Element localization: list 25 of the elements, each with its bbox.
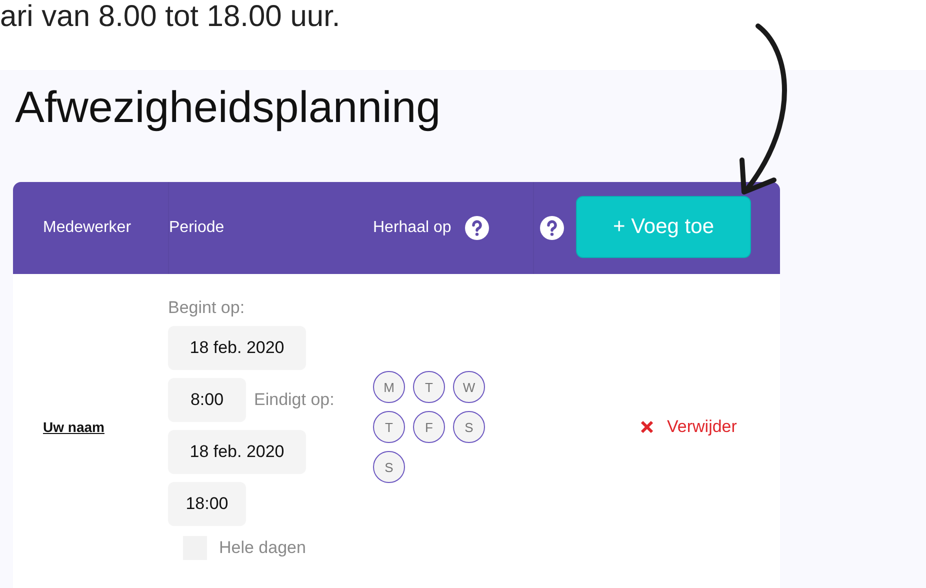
start-date-field[interactable]: 18 feb. 2020: [168, 326, 306, 370]
weekday-toggle[interactable]: S: [373, 451, 405, 483]
column-header: Periode: [169, 219, 224, 237]
page-title: Afwezigheidsplanning: [15, 82, 441, 134]
checkbox-label: Hele dagen: [219, 538, 306, 558]
close-icon: [640, 420, 654, 434]
column-header: Herhaal op: [373, 219, 452, 237]
help-icon[interactable]: [465, 216, 490, 240]
delete-button[interactable]: Verwijder: [640, 417, 737, 437]
end-date-field[interactable]: 18 feb. 2020: [168, 430, 306, 474]
start-label: Begint op:: [168, 298, 245, 318]
add-button[interactable]: + Voeg toe: [576, 196, 751, 258]
end-time-field[interactable]: 18:00: [168, 482, 246, 526]
employee-link[interactable]: Uw naam: [43, 419, 104, 435]
weekday-toggle[interactable]: W: [453, 371, 485, 403]
weekday-toggle[interactable]: S: [453, 411, 485, 443]
weekday-toggle[interactable]: T: [373, 411, 405, 443]
intro-text: ari van 8.00 tot 18.00 uur.: [0, 0, 342, 34]
weekday-toggle[interactable]: F: [413, 411, 445, 443]
weekday-toggle[interactable]: T: [413, 371, 445, 403]
start-time-field[interactable]: 8:00: [168, 378, 246, 422]
weekday-toggle[interactable]: M: [373, 371, 405, 403]
column-header: Medewerker: [43, 219, 132, 237]
end-label: Eindigt op:: [254, 390, 334, 410]
help-icon[interactable]: [540, 216, 564, 240]
